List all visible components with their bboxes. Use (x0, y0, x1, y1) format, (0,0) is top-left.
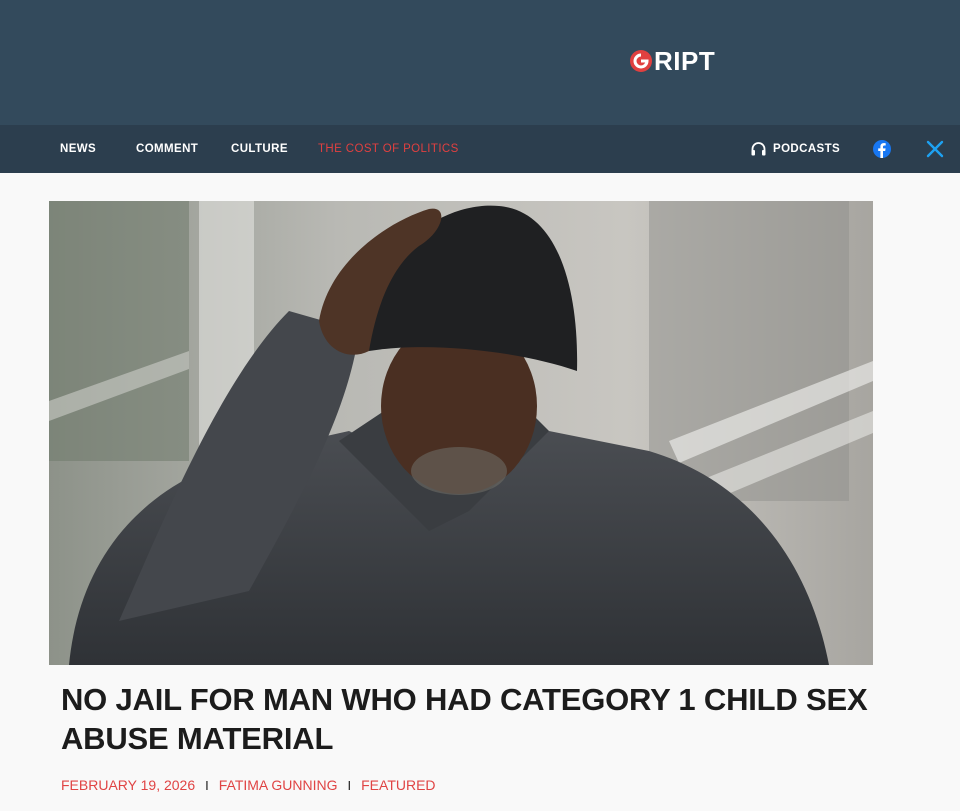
article-title: NO JAIL FOR MAN WHO HAD CATEGORY 1 CHILD… (61, 682, 868, 756)
article-meta: FEBRUARY 19, 2026 I FATIMA GUNNING I FEA… (61, 777, 436, 793)
hero-image[interactable] (49, 201, 873, 665)
man-in-beanie-and-coat-photo (49, 201, 873, 665)
site-header: RIPT (0, 0, 960, 125)
headphones-icon (751, 142, 766, 156)
facebook-icon[interactable] (873, 140, 891, 158)
main-nav: NEWS COMMENT CULTURE THE COST OF POLITIC… (0, 125, 960, 173)
article-date: FEBRUARY 19, 2026 (61, 777, 196, 793)
article-category-link[interactable]: FEATURED (361, 777, 435, 793)
nav-item-culture[interactable]: CULTURE (231, 125, 288, 173)
podcasts-label: PODCASTS (773, 143, 841, 155)
logo-wordmark: RIPT (654, 46, 716, 76)
nav-item-comment[interactable]: COMMENT (136, 125, 198, 173)
gript-g-icon (630, 50, 652, 72)
meta-separator: I (205, 777, 209, 793)
nav-item-podcasts[interactable]: PODCASTS (751, 125, 840, 173)
nav-item-news[interactable]: NEWS (60, 125, 96, 173)
nav-item-cost-of-politics[interactable]: THE COST OF POLITICS (318, 125, 459, 173)
x-icon[interactable] (926, 140, 944, 158)
site-logo[interactable]: RIPT (629, 48, 715, 74)
article-author-link[interactable]: FATIMA GUNNING (219, 777, 338, 793)
meta-separator: I (347, 777, 352, 793)
